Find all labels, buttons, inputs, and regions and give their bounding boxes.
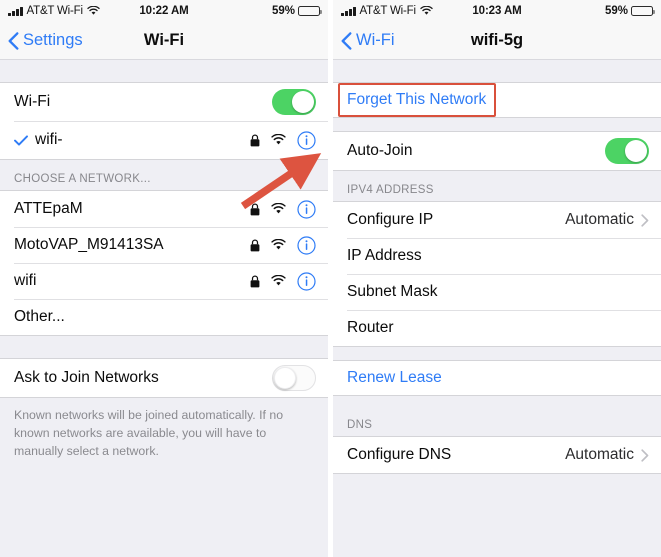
back-button-label: Settings bbox=[23, 31, 83, 49]
battery-icon bbox=[298, 6, 322, 16]
nav-bar: Settings Wi-Fi bbox=[0, 22, 328, 60]
checkmark-icon bbox=[14, 134, 28, 146]
lock-icon bbox=[250, 274, 260, 287]
wifi-toggle-label: Wi-Fi bbox=[14, 93, 51, 110]
table-row[interactable]: ATTEpaM bbox=[0, 191, 328, 227]
status-bar: AT&T Wi-Fi 10:23 AM 59% bbox=[333, 0, 661, 22]
nav-bar: Wi-Fi wifi-5g bbox=[333, 22, 661, 60]
forget-network-label: Forget This Network bbox=[347, 91, 487, 108]
network-icons bbox=[250, 271, 316, 291]
network-name: ATTEpaM bbox=[14, 200, 83, 217]
row-connected-network[interactable]: wifi- bbox=[0, 121, 328, 159]
ipv4-section-header: IPV4 ADDRESS bbox=[347, 184, 434, 196]
battery-percent-label: 59% bbox=[271, 5, 295, 17]
wifi-icon bbox=[271, 203, 286, 214]
ask-to-join-control[interactable] bbox=[272, 365, 316, 391]
renew-lease-label: Renew Lease bbox=[347, 369, 442, 386]
row-router[interactable]: Router bbox=[333, 310, 661, 346]
status-bar: AT&T Wi-Fi 10:22 AM 59% bbox=[0, 0, 328, 22]
table-row[interactable]: wifi bbox=[0, 263, 328, 299]
network-icons bbox=[250, 199, 316, 219]
dns-header-wrap: DNS bbox=[333, 396, 661, 436]
forget-network-group: Forget This Network bbox=[333, 82, 661, 118]
dns-group: Configure DNS Automatic bbox=[333, 436, 661, 474]
settings-content: Wi-Fi wifi- CHOOSE A NETWORK... ATTEpaM … bbox=[0, 60, 328, 557]
lock-icon bbox=[250, 238, 260, 251]
ipv4-header-wrap: IPV4 ADDRESS bbox=[333, 171, 661, 201]
network-detail-content: Forget This Network Auto-Join IPV4 ADDRE… bbox=[333, 60, 661, 557]
back-button-settings[interactable]: Settings bbox=[0, 31, 83, 50]
network-list-group: ATTEpaM MotoVAP_M91413SA wifi Other... bbox=[0, 190, 328, 336]
row-ask-to-join[interactable]: Ask to Join Networks bbox=[0, 359, 328, 397]
wifi-toggle-control[interactable] bbox=[272, 89, 316, 115]
auto-join-group: Auto-Join bbox=[333, 131, 661, 171]
row-wifi-toggle[interactable]: Wi-Fi bbox=[0, 83, 328, 121]
status-bar-right: 59% bbox=[271, 5, 322, 17]
lock-icon bbox=[250, 202, 260, 215]
battery-icon bbox=[631, 6, 655, 16]
row-subnet-mask[interactable]: Subnet Mask bbox=[333, 274, 661, 310]
battery-percent-label: 59% bbox=[604, 5, 628, 17]
choose-network-header: CHOOSE A NETWORK... bbox=[14, 173, 151, 185]
router-label: Router bbox=[347, 319, 394, 336]
table-row[interactable]: MotoVAP_M91413SA bbox=[0, 227, 328, 263]
chevron-left-icon bbox=[341, 31, 352, 50]
configure-ip-label: Configure IP bbox=[347, 211, 434, 228]
connected-network-name: wifi- bbox=[35, 131, 63, 148]
wifi-icon bbox=[271, 134, 286, 145]
back-button-label: Wi-Fi bbox=[356, 31, 395, 49]
info-circle-icon[interactable] bbox=[297, 271, 316, 291]
info-circle-icon[interactable] bbox=[297, 199, 316, 219]
back-button-wifi[interactable]: Wi-Fi bbox=[333, 31, 394, 50]
chevron-right-icon bbox=[641, 213, 649, 227]
subnet-mask-label: Subnet Mask bbox=[347, 283, 438, 300]
auto-join-label: Auto-Join bbox=[347, 142, 413, 159]
network-name: Other... bbox=[14, 308, 65, 325]
ask-to-join-switch[interactable] bbox=[272, 365, 316, 391]
dns-section-header: DNS bbox=[347, 419, 373, 431]
auto-join-control[interactable] bbox=[605, 138, 649, 164]
choose-network-header-wrap: CHOOSE A NETWORK... bbox=[0, 160, 328, 190]
right-phone-screen: AT&T Wi-Fi 10:23 AM 59% Wi-Fi wifi-5g Fo… bbox=[333, 0, 661, 557]
wifi-group: Wi-Fi wifi- bbox=[0, 82, 328, 160]
table-row-other[interactable]: Other... bbox=[0, 299, 328, 335]
renew-lease-group: Renew Lease bbox=[333, 360, 661, 396]
configure-dns-label: Configure DNS bbox=[347, 446, 452, 463]
row-configure-ip[interactable]: Configure IP Automatic bbox=[333, 202, 661, 238]
row-auto-join[interactable]: Auto-Join bbox=[333, 132, 661, 170]
row-renew-lease[interactable]: Renew Lease bbox=[333, 361, 661, 395]
wifi-icon bbox=[271, 275, 286, 286]
chevron-right-icon bbox=[641, 448, 649, 462]
row-forget-network[interactable]: Forget This Network bbox=[333, 83, 661, 117]
wifi-footer-note: Known networks will be joined automatica… bbox=[14, 408, 284, 458]
connected-network-icons bbox=[250, 130, 316, 150]
wifi-switch[interactable] bbox=[272, 89, 316, 115]
ip-address-label: IP Address bbox=[347, 247, 422, 264]
status-bar-right: 59% bbox=[604, 5, 655, 17]
row-ip-address[interactable]: IP Address bbox=[333, 238, 661, 274]
network-icons bbox=[250, 235, 316, 255]
info-circle-icon[interactable] bbox=[297, 235, 316, 255]
left-phone-screen: AT&T Wi-Fi 10:22 AM 59% Settings Wi-Fi W… bbox=[0, 0, 328, 557]
configure-dns-value: Automatic bbox=[565, 446, 634, 463]
info-circle-icon[interactable] bbox=[297, 130, 316, 150]
dual-screenshot-container: AT&T Wi-Fi 10:22 AM 59% Settings Wi-Fi W… bbox=[0, 0, 661, 557]
row-configure-dns[interactable]: Configure DNS Automatic bbox=[333, 437, 661, 473]
chevron-left-icon bbox=[8, 31, 19, 50]
configure-ip-value: Automatic bbox=[565, 211, 634, 228]
network-name: MotoVAP_M91413SA bbox=[14, 236, 164, 253]
ask-to-join-group: Ask to Join Networks bbox=[0, 358, 328, 398]
lock-icon bbox=[250, 133, 260, 146]
ipv4-group: Configure IP Automatic IP Address Subnet… bbox=[333, 201, 661, 347]
network-name: wifi bbox=[14, 272, 37, 289]
ask-to-join-label: Ask to Join Networks bbox=[14, 369, 159, 386]
auto-join-switch[interactable] bbox=[605, 138, 649, 164]
wifi-icon bbox=[271, 239, 286, 250]
